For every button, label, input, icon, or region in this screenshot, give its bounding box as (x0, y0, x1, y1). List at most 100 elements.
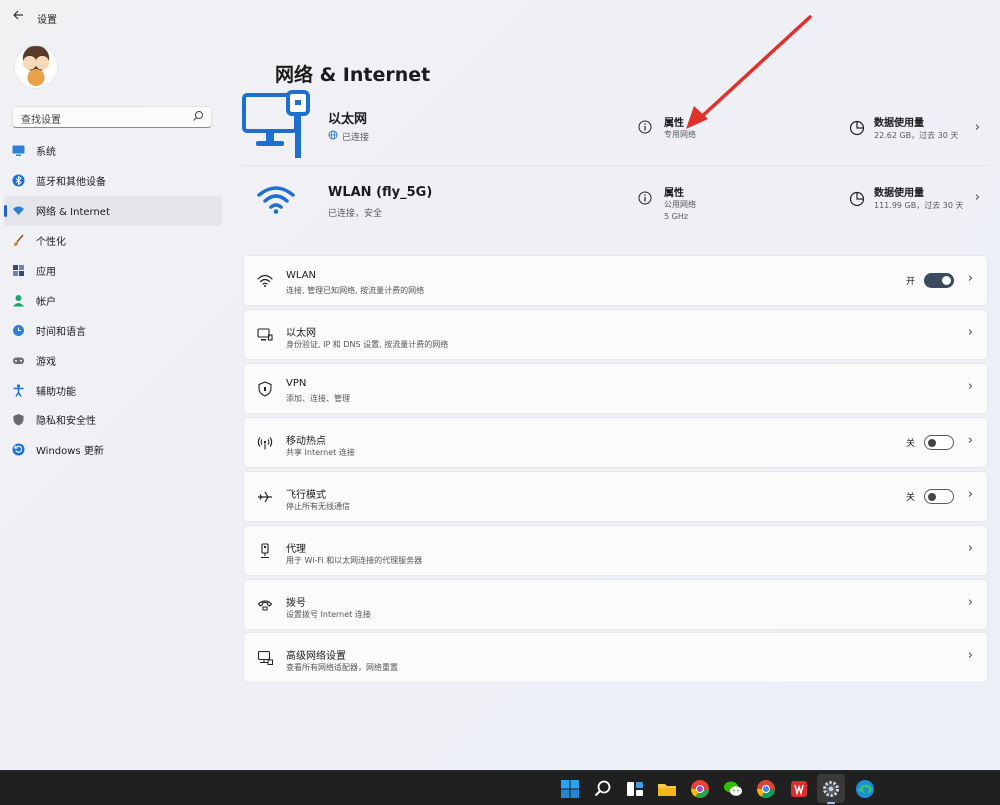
card-title: 拨号 (286, 598, 306, 609)
task-view-icon[interactable] (625, 779, 645, 799)
sidebar-item-6[interactable]: 时间和语言 (4, 315, 222, 345)
sidebar-item-9[interactable]: 隐私和安全性 (4, 405, 222, 435)
wifi-large-icon (257, 186, 295, 214)
settings-card-vpn-shield[interactable]: VPN 添加、连接、管理 › (243, 363, 988, 414)
edge-icon[interactable] (855, 779, 875, 799)
settings-card-wifi[interactable]: WLAN 连接, 管理已知网络, 按流量计费的网络 开 › (243, 255, 988, 306)
taskbar-active-indicator (827, 802, 835, 804)
sidebar-item-2[interactable]: 网络 & Internet (4, 195, 222, 226)
chevron-right-icon[interactable]: › (975, 190, 980, 205)
chevron-right-icon[interactable]: › (968, 325, 973, 340)
windows-start-icon[interactable] (560, 779, 580, 799)
chevron-right-icon[interactable]: › (968, 648, 973, 663)
file-explorer-icon[interactable] (657, 779, 677, 799)
proxy-icon (261, 543, 269, 559)
back-button[interactable] (8, 8, 28, 28)
wlan-properties-label[interactable]: 属性 (664, 184, 684, 199)
airplane-icon (258, 491, 272, 503)
card-title: WLAN (286, 270, 317, 281)
hotspot-icon (257, 437, 273, 450)
wlan-band: 5 GHz (664, 212, 689, 221)
settings-card-ethernet[interactable]: 以太网 身份验证, IP 和 DNS 设置, 按流量计费的网络 › (243, 309, 988, 360)
sidebar-item-1[interactable]: 蓝牙和其他设备 (4, 166, 222, 196)
ethernet-pc-icon (242, 90, 310, 158)
data-usage-icon[interactable] (849, 120, 865, 136)
page-title: 网络 & Internet (275, 64, 431, 86)
wlan-network-type: 公用网络 (664, 200, 696, 209)
wechat-icon[interactable] (723, 779, 743, 799)
sidebar-item-8[interactable]: 辅助功能 (4, 375, 222, 405)
card-subtitle: 用于 Wi-Fi 和以太网连接的代理服务器 (286, 556, 423, 565)
sidebar-item-label: 游戏 (36, 356, 56, 368)
monitor-icon (12, 144, 25, 157)
wlan-status: 已连接，安全 (328, 209, 383, 219)
sidebar-item-0[interactable]: 系统 (4, 136, 222, 166)
brush-icon (12, 234, 25, 247)
info-icon[interactable] (638, 120, 652, 134)
settings-gear-icon[interactable] (821, 779, 841, 799)
ethernet-status: 已连接 (342, 133, 370, 143)
card-subtitle: 停止所有无线通信 (286, 502, 350, 511)
toggle-switch[interactable] (924, 435, 954, 450)
taskbar (0, 770, 1000, 805)
ethernet-data-usage-label[interactable]: 数据使用量 (874, 114, 924, 129)
sidebar-item-7[interactable]: 游戏 (4, 345, 222, 375)
info-icon[interactable] (638, 191, 652, 205)
chrome-icon[interactable] (756, 779, 776, 799)
ethernet-icon (257, 328, 273, 341)
settings-card-hotspot[interactable]: 移动热点 共享 Internet 连接 关 › (243, 417, 988, 468)
toggle-state-label: 关 (905, 493, 915, 503)
bluetooth-icon (12, 174, 25, 187)
chrome-like-icon[interactable] (690, 779, 710, 799)
sidebar-item-label: 系统 (36, 147, 56, 159)
sidebar-item-10[interactable]: Windows 更新 (4, 435, 222, 465)
search-icon[interactable] (593, 779, 613, 799)
sidebar-item-4[interactable]: 应用 (4, 256, 222, 286)
card-title: 以太网 (286, 328, 316, 339)
chevron-right-icon[interactable]: › (975, 120, 980, 135)
chevron-right-icon[interactable]: › (968, 487, 973, 502)
card-title: 代理 (286, 544, 306, 555)
chevron-right-icon[interactable]: › (968, 433, 973, 448)
wlan-data-usage-label[interactable]: 数据使用量 (874, 184, 924, 199)
wifi-icon (257, 274, 273, 287)
divider (242, 165, 988, 166)
wlan-data-usage-value: 111.99 GB，过去 30 天 (874, 201, 964, 210)
chevron-right-icon[interactable]: › (968, 595, 973, 610)
toggle-switch[interactable] (924, 273, 954, 288)
sidebar-item-5[interactable]: 帐户 (4, 285, 222, 315)
sidebar-item-label: 蓝牙和其他设备 (36, 177, 106, 189)
chevron-right-icon[interactable]: › (968, 541, 973, 556)
toggle-knob (942, 276, 951, 285)
wlan-connection-row[interactable]: WLAN (fly_5G) 已连接，安全 属性 公用网络 5 GHz 数据使用量… (242, 170, 988, 232)
data-usage-icon[interactable] (849, 191, 865, 207)
settings-card-airplane[interactable]: 飞行模式 停止所有无线通信 关 › (243, 471, 988, 522)
gamepad-icon (12, 354, 25, 367)
settings-card-dialup[interactable]: 拨号 设置拨号 Internet 连接 › (243, 579, 988, 630)
card-subtitle: 添加、连接、管理 (286, 394, 350, 403)
search-icon (193, 111, 203, 121)
toggle-knob (928, 492, 936, 501)
card-title: 高级网络设置 (286, 651, 346, 662)
sidebar-item-label: 时间和语言 (36, 326, 86, 338)
sidebar-item-3[interactable]: 个性化 (4, 226, 222, 256)
chevron-right-icon[interactable]: › (968, 379, 973, 394)
update-icon (12, 443, 25, 456)
card-subtitle: 查看所有网络适配器，网络重置 (286, 663, 398, 672)
search-input[interactable]: 查找设置 (12, 106, 212, 128)
toggle-state-label: 关 (905, 439, 915, 449)
ethernet-name: 以太网 (328, 112, 368, 127)
network-adapter-icon (257, 650, 273, 665)
avatar[interactable] (14, 45, 58, 89)
settings-card-proxy[interactable]: 代理 用于 Wi-Fi 和以太网连接的代理服务器 › (243, 525, 988, 576)
toggle-switch[interactable] (924, 489, 954, 504)
wps-icon[interactable] (789, 779, 809, 799)
ethernet-connection-row[interactable]: 以太网 已连接 属性 专用网络 数据使用量 22.62 GB，过去 30 天 › (242, 90, 988, 162)
ethernet-data-usage-value: 22.62 GB，过去 30 天 (874, 131, 959, 140)
chevron-right-icon[interactable]: › (968, 271, 973, 286)
settings-card-network-adapter[interactable]: 高级网络设置 查看所有网络适配器，网络重置 › (243, 632, 988, 683)
sidebar-item-label: Windows 更新 (36, 446, 104, 458)
card-title: VPN (286, 378, 307, 389)
apps-icon (12, 264, 25, 277)
card-title: 移动热点 (286, 436, 326, 447)
